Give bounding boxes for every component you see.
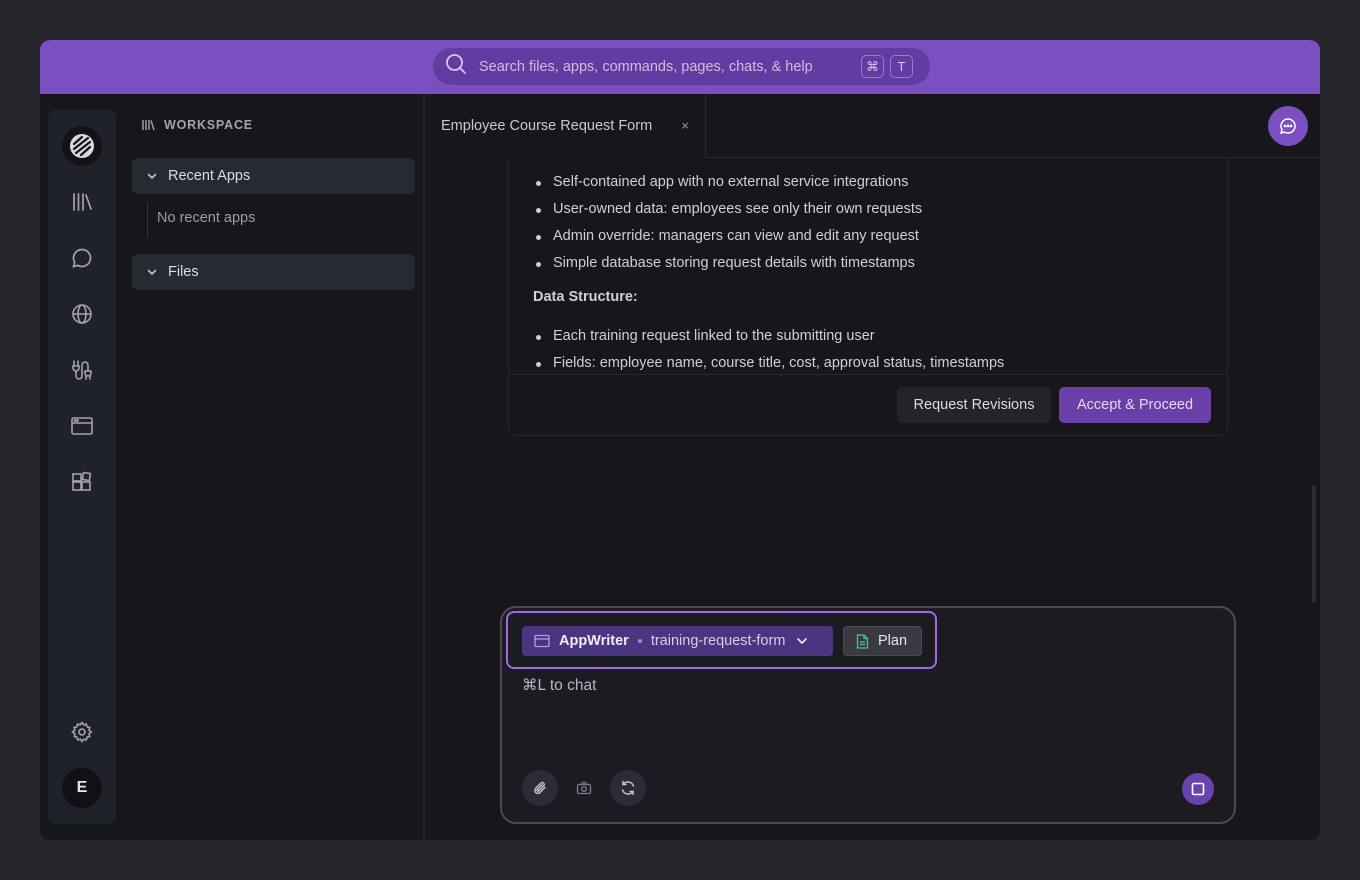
app-name: AppWriter [559,633,629,649]
shortcut-key-t: T [890,55,913,78]
app-window: Search files, apps, commands, pages, cha… [40,40,1320,840]
list-item: Each training request linked to the subm… [533,328,1004,355]
plan-bullets: Self-contained app with no external serv… [533,174,922,282]
data-structure-heading: Data Structure: [533,289,638,305]
shortcut-key-cmd: ⌘ [861,55,884,78]
plan-chip-label: Plan [878,633,908,649]
chat-bubble-icon [1279,118,1296,135]
user-avatar[interactable]: E [62,768,102,808]
panel-divider[interactable] [423,94,425,840]
close-icon[interactable]: × [681,118,689,133]
plan-actions: Request Revisions Accept & Proceed [509,374,1227,435]
chevron-down-icon [147,173,157,180]
search-icon [445,53,467,80]
accept-proceed-button[interactable]: Accept & Proceed [1059,387,1211,423]
chevron-down-icon [797,638,808,645]
list-item: Admin override: managers can view and ed… [533,228,922,255]
project-name: training-request-form [650,633,786,649]
context-selector: AppWriter training-request-form Plan [506,611,937,669]
browser-window-icon[interactable] [62,406,102,446]
workspace-header: WORKSPACE [141,118,253,132]
globe-icon[interactable] [62,294,102,334]
global-search[interactable]: Search files, apps, commands, pages, cha… [433,48,930,85]
workspace-sidebar: WORKSPACE Recent Apps No recent apps Fil… [124,94,424,840]
stop-icon [1191,782,1205,796]
tab-employee-course-request-form[interactable]: Employee Course Request Form × [425,94,706,158]
apps-grid-icon[interactable] [62,462,102,502]
browser-window-icon [534,634,550,648]
camera-icon [576,781,592,795]
integrations-icon[interactable] [62,350,102,390]
tab-bar: Employee Course Request Form × [425,94,1320,158]
gear-icon[interactable] [62,712,102,752]
library-icon[interactable] [62,182,102,222]
library-icon [142,120,155,131]
document-icon [856,633,869,649]
refresh-icon [621,780,635,796]
chevron-down-icon [147,269,157,276]
chat-composer: AppWriter training-request-form Plan ⌘L … [500,606,1236,824]
tab-label: Employee Course Request Form [441,118,653,134]
paperclip-icon [534,781,546,795]
list-item: Simple database storing request details … [533,255,922,282]
plan-chip[interactable]: Plan [843,626,922,656]
request-revisions-button[interactable]: Request Revisions [897,387,1051,423]
top-bar: Search files, apps, commands, pages, cha… [40,40,1320,94]
recent-apps-empty: No recent apps [147,202,255,238]
plan-card: Self-contained app with no external serv… [508,158,1228,436]
attach-button[interactable] [522,770,558,806]
list-item: User-owned data: employees see only thei… [533,201,922,228]
workspace-title: WORKSPACE [164,118,253,132]
scrollbar[interactable] [1312,485,1316,603]
screenshot-button[interactable] [566,770,602,806]
search-placeholder: Search files, apps, commands, pages, cha… [479,58,813,75]
section-label: Files [168,264,199,280]
separator-dot [637,639,642,643]
icon-rail: E [48,110,116,824]
chat-input[interactable]: ⌘L to chat [522,676,596,695]
section-recent-apps[interactable]: Recent Apps [132,158,415,194]
section-label: Recent Apps [168,168,251,184]
section-files[interactable]: Files [132,254,415,290]
refresh-button[interactable] [610,770,646,806]
list-item: Self-contained app with no external serv… [533,174,922,201]
stop-button[interactable] [1182,773,1214,805]
chat-toggle-button[interactable] [1268,106,1308,146]
chat-bubble-icon[interactable] [62,238,102,278]
logo-icon[interactable] [62,126,102,166]
app-selector[interactable]: AppWriter training-request-form [522,626,833,656]
